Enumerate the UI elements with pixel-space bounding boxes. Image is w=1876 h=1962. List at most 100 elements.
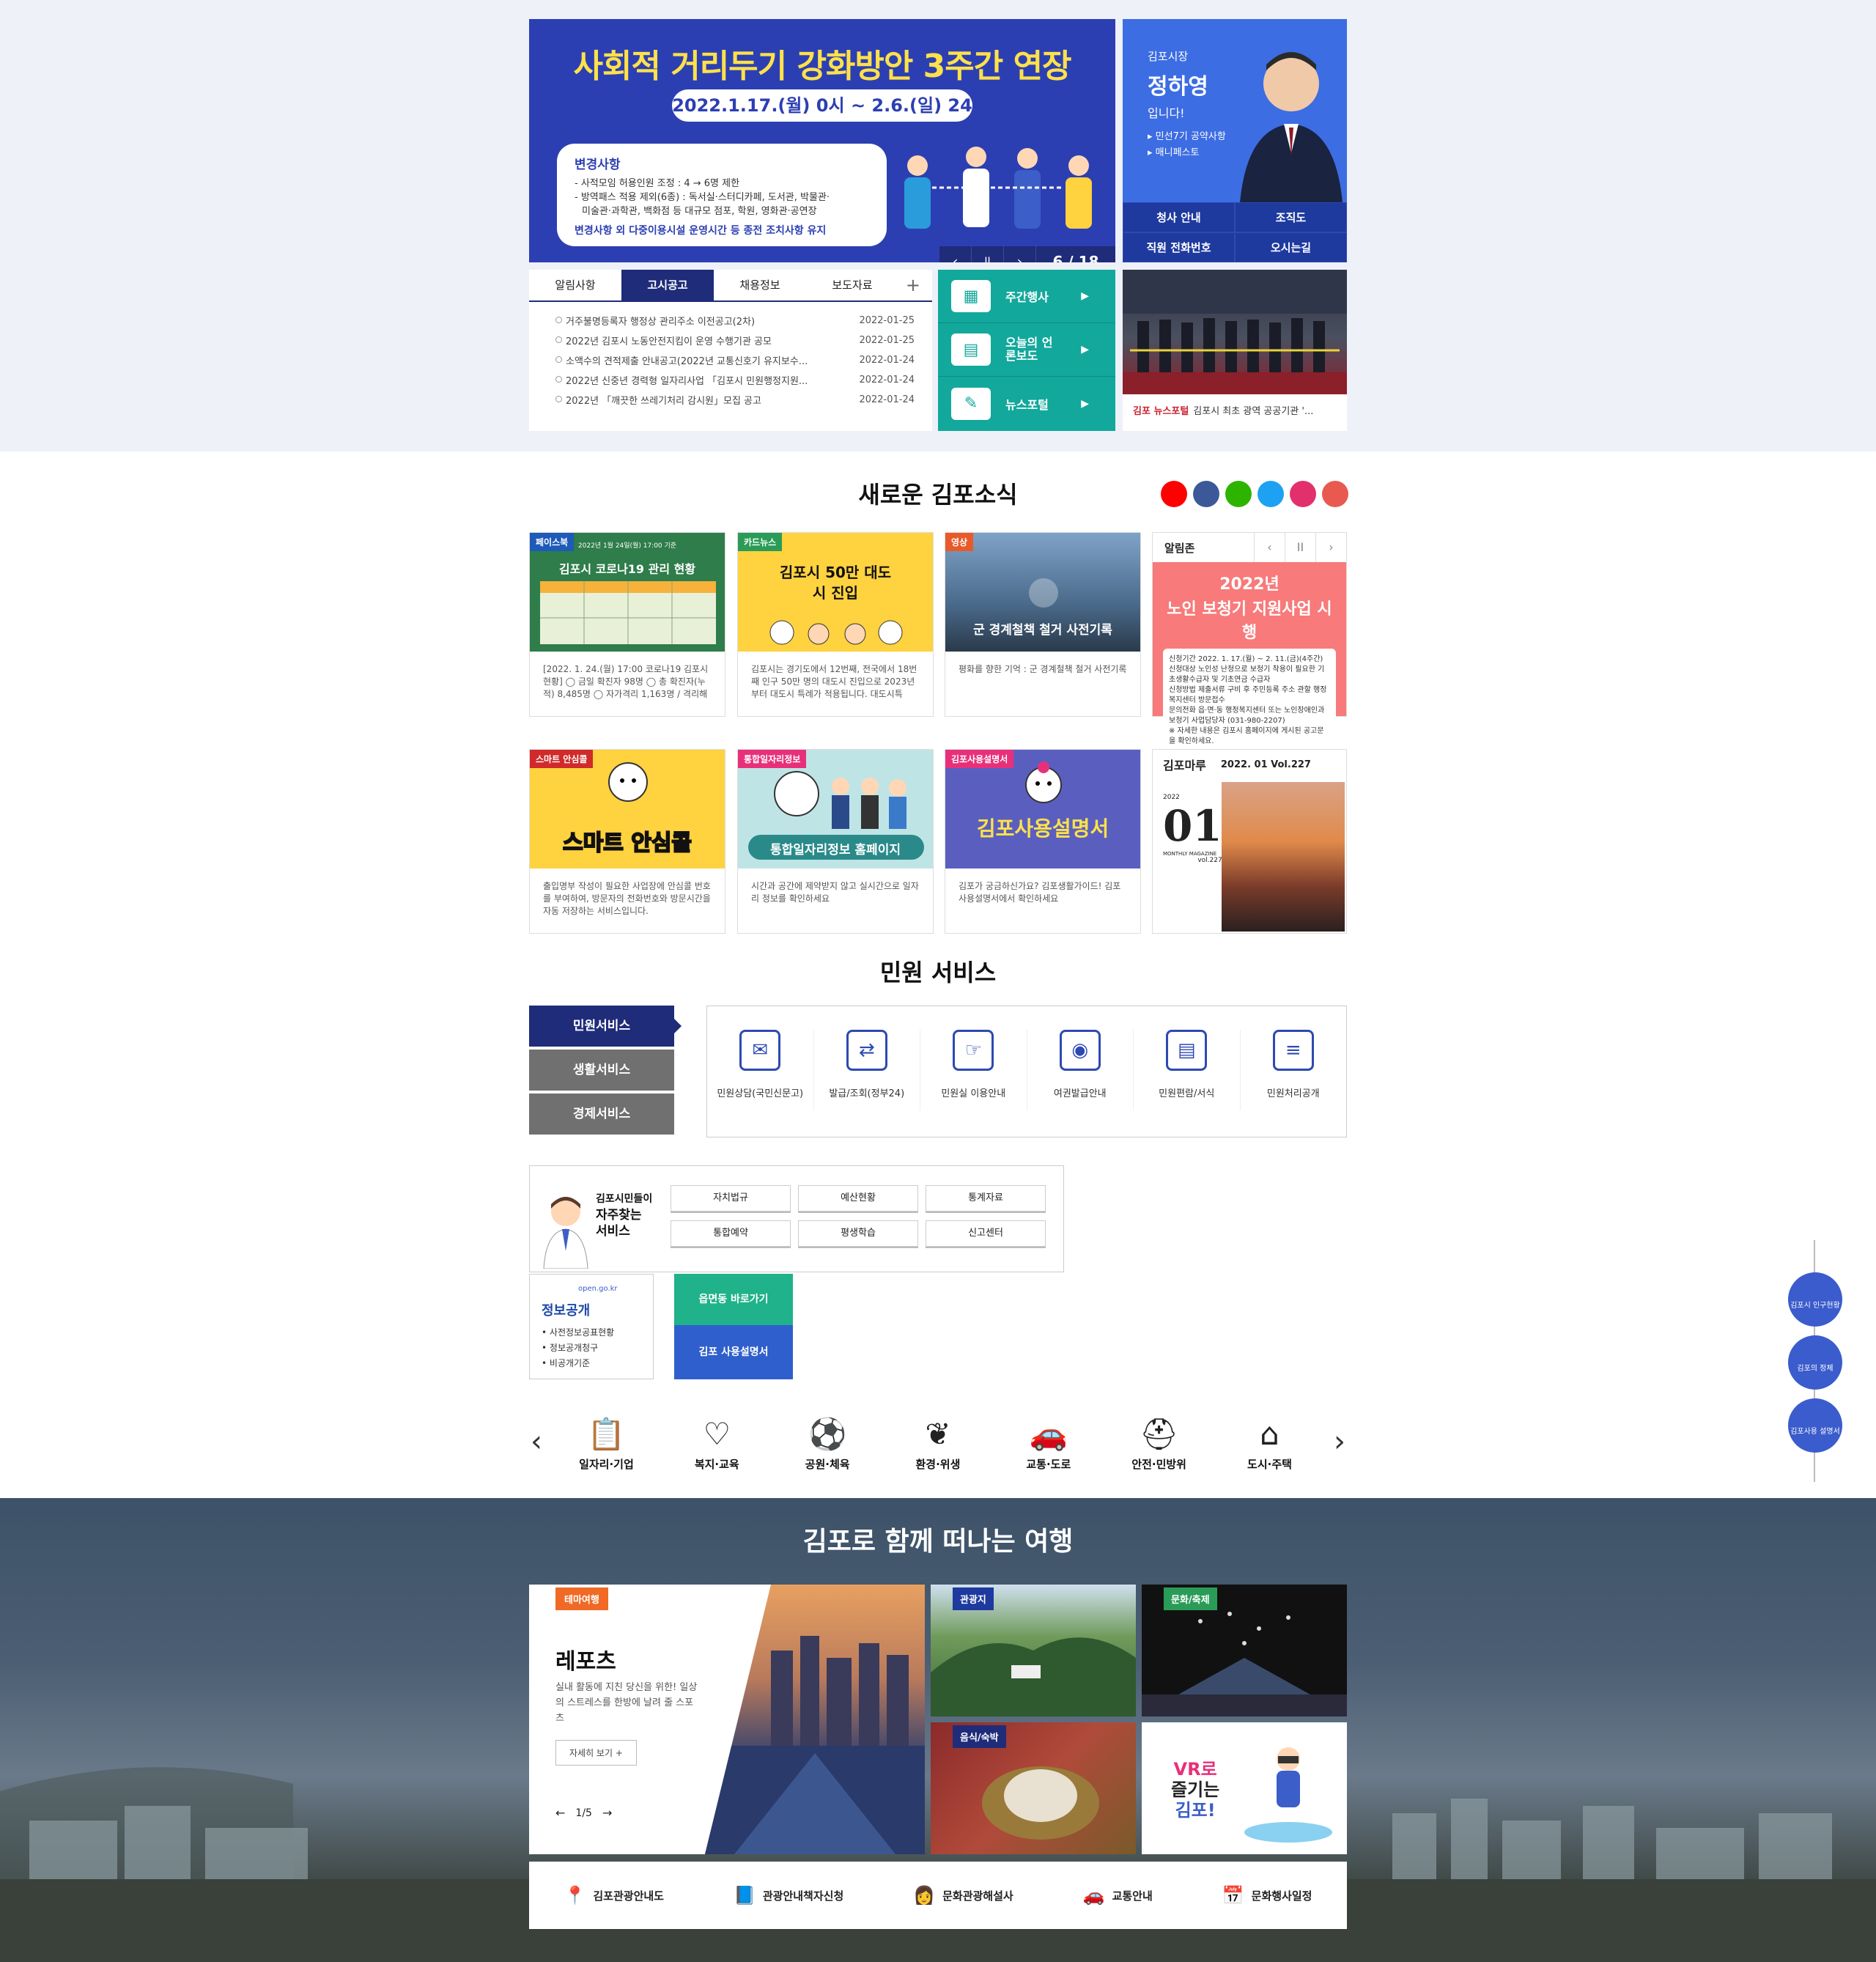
- alarm-next-button[interactable]: ›: [1315, 533, 1346, 562]
- notice-date: 2022-01-24: [859, 375, 915, 386]
- category-traffic[interactable]: 🚗 교통·도로: [1001, 1412, 1096, 1472]
- youtube-icon[interactable]: [1161, 481, 1187, 507]
- news-portal-card[interactable]: 김포 뉴스포털 김포시 최초 광역 공공기관 '...: [1123, 270, 1347, 431]
- tour-map-link[interactable]: 📍 김포관광안내도: [564, 1885, 664, 1906]
- list-document-icon: ≡: [1272, 1030, 1314, 1071]
- arrow-right-icon[interactable]: →: [602, 1806, 612, 1820]
- news-caption[interactable]: 김포 뉴스포털 김포시 최초 광역 공공기관 '...: [1133, 403, 1313, 417]
- town-shortcut-button[interactable]: 읍면동 바로가기: [674, 1274, 793, 1325]
- civil-issue-item[interactable]: ⇄ 발급/조회(정부24): [814, 1030, 920, 1110]
- tour-theme-card[interactable]: 테마여행 레포츠 실내 활동에 지친 당신을 위한! 일상의 스트레스를 한방에…: [529, 1585, 925, 1854]
- news-card-safecall[interactable]: 스마트 안심콜 스마트 안심콜 출입명부 작성이 필요한 사업장에 안심콜 번호…: [529, 749, 725, 934]
- tour-events-link[interactable]: 📅 문화행사일정: [1222, 1885, 1312, 1906]
- tab-jobs[interactable]: 채용정보: [714, 270, 806, 300]
- civil-disclosure-item[interactable]: ≡ 민원처리공개: [1241, 1030, 1347, 1110]
- tab-press[interactable]: 보도자료: [806, 270, 898, 300]
- tab-civil-service[interactable]: 민원서비스: [529, 1006, 674, 1047]
- statistics-button[interactable]: 통계자료: [926, 1185, 1046, 1212]
- notice-title[interactable]: 2022년 신중년 경력형 일자리사업 「김포시 민원행정지원...: [555, 373, 819, 387]
- civil-passport-item[interactable]: ◉ 여권발급안내: [1027, 1030, 1134, 1110]
- instagram2-icon[interactable]: [1322, 481, 1348, 507]
- report-center-button[interactable]: 신고센터: [926, 1220, 1046, 1247]
- list-item[interactable]: 사전정보공표현황: [542, 1325, 641, 1340]
- manifesto-link[interactable]: ▸ 매니페스토: [1148, 145, 1226, 161]
- tour-traffic-link[interactable]: 🚗 교통안내: [1083, 1885, 1153, 1906]
- category-welfare[interactable]: ♡ 복지·교육: [669, 1412, 764, 1472]
- list-item[interactable]: 비공개기준: [542, 1356, 641, 1371]
- tab-life-service[interactable]: 생활서비스: [529, 1050, 674, 1091]
- banner-next-button[interactable]: ›: [1004, 246, 1036, 262]
- gimpo-manual-button[interactable]: 김포 사용설명서: [674, 1325, 793, 1379]
- tour-tile-vr[interactable]: VR로 즐기는 김포!: [1142, 1722, 1347, 1854]
- reservation-button[interactable]: 통합예약: [671, 1220, 791, 1247]
- instagram-icon[interactable]: [1290, 481, 1316, 507]
- arrow-left-icon[interactable]: ←: [555, 1806, 565, 1820]
- manual-float-button[interactable]: 김포사용 설명서: [1788, 1398, 1842, 1453]
- building-guide-button[interactable]: 청사 안내: [1123, 202, 1235, 232]
- alarm-zone[interactable]: 알림존 ‹ II › 2022년 노인 보청기 지원사업 시행 신청기간 202…: [1152, 532, 1347, 745]
- category-jobs[interactable]: 📋 일자리·기업: [558, 1412, 654, 1472]
- main-banner[interactable]: 사회적 거리두기 강화방안 3주간 연장 2022.1.17.(월) 0시 ~ …: [529, 19, 1115, 262]
- vr-text: VR로 즐기는 김포!: [1171, 1759, 1219, 1821]
- notice-title[interactable]: 거주불명등록자 행정상 관리주소 이전공고(2차): [555, 314, 819, 328]
- alarm-pause-button[interactable]: II: [1285, 533, 1315, 562]
- news-portal-link[interactable]: ✎ 뉴스포털 ▶: [938, 377, 1115, 430]
- twitter-icon[interactable]: [1258, 481, 1284, 507]
- chevron-right-icon[interactable]: ›: [1325, 1425, 1354, 1458]
- weekly-events-link[interactable]: ▦ 주간행사 ▶: [938, 270, 1115, 323]
- staff-phone-button[interactable]: 직원 전화번호: [1123, 232, 1235, 262]
- directions-button[interactable]: 오시는길: [1235, 232, 1347, 262]
- play-icon[interactable]: [1029, 578, 1058, 608]
- news-card-video[interactable]: 영상 군 경계철책 철거 사전기록 평화를 향한 기억 : 군 경계철책 철거 …: [945, 532, 1141, 717]
- banner-prev-button[interactable]: ‹: [939, 246, 972, 262]
- gimpo-maru-magazine[interactable]: 김포마루 2022. 01 Vol.227 2022 01 MONTHLY MA…: [1152, 749, 1347, 934]
- list-item[interactable]: 2022년 신중년 경력형 일자리사업 「김포시 민원행정지원... 2022-0…: [555, 370, 915, 390]
- notice-title[interactable]: 소액수의 견적제출 안내공고(2022년 교통신호기 유지보수...: [555, 353, 819, 367]
- tab-announcements[interactable]: 고시공고: [621, 270, 714, 300]
- category-housing[interactable]: ⌂ 도시·주택: [1222, 1412, 1317, 1472]
- today-press-link[interactable]: ▤ 오늘의 언론보도 ▶: [938, 323, 1115, 377]
- magazine-vol: vol.227: [1197, 857, 1222, 864]
- news-card-facebook[interactable]: 페이스북 2022년 1월 24일(월) 17:00 기준 김포시 코로나19 …: [529, 532, 725, 717]
- notice-title[interactable]: 2022년 「깨끗한 쓰레기처리 감시원」모집 공고: [555, 393, 819, 407]
- tab-notices[interactable]: 알림사항: [529, 270, 621, 300]
- news-card-jobs[interactable]: 통합일자리정보 통합일자리정보 홈페이지 시간과 공간에 제약받지 않고 실시간…: [737, 749, 934, 934]
- lifelong-learning-button[interactable]: 평생학습: [798, 1220, 918, 1247]
- pledge-link[interactable]: ▸ 민선7기 공약사항: [1148, 129, 1226, 145]
- civil-office-item[interactable]: ☞ 민원실 이용안내: [920, 1030, 1027, 1110]
- notice-title[interactable]: 2022년 김포시 노동안전지킴이 운영 수행기관 공모: [555, 333, 819, 347]
- ordinance-button[interactable]: 자치법규: [671, 1185, 791, 1212]
- tab-economy-service[interactable]: 경제서비스: [529, 1094, 674, 1135]
- tour-tile-attractions[interactable]: 관광지: [931, 1585, 1136, 1716]
- tour-tile-culture[interactable]: 문화/축제: [1142, 1585, 1347, 1716]
- banner-pause-button[interactable]: II: [972, 246, 1004, 262]
- list-item[interactable]: 2022년 「깨끗한 쓰레기처리 감시원」모집 공고 2022-01-24: [555, 390, 915, 410]
- facebook-icon[interactable]: [1193, 481, 1219, 507]
- more-button[interactable]: 자세히 보기 +: [555, 1740, 637, 1766]
- tour-guide-link[interactable]: 👩 문화관광해설사: [913, 1885, 1013, 1906]
- tour-tile-food[interactable]: 음식/숙박: [931, 1722, 1136, 1854]
- list-item[interactable]: 거주불명등록자 행정상 관리주소 이전공고(2차) 2022-01-25: [555, 311, 915, 331]
- news-card-cardnews[interactable]: 카드뉴스 김포시 50만 대도시 진입 김포시는 경기도에서 12번째, 전국에…: [737, 532, 934, 717]
- chevron-left-icon[interactable]: ‹: [522, 1425, 551, 1458]
- category-safety[interactable]: ⛑ 안전·민방위: [1112, 1412, 1207, 1472]
- category-environment[interactable]: ❦ 환경·위생: [890, 1412, 986, 1472]
- guide-icon: 👩: [913, 1885, 936, 1906]
- hand-document-icon: ☞: [953, 1030, 994, 1071]
- identity-float-button[interactable]: 김포의 정체: [1788, 1335, 1842, 1390]
- list-item[interactable]: 정보공개청구: [542, 1340, 641, 1356]
- blog-icon[interactable]: [1225, 481, 1252, 507]
- population-float-button[interactable]: 김포시 인구현황: [1788, 1272, 1842, 1327]
- news-card-manual[interactable]: 김포사용설명서 김포사용설명서 김포가 궁금하신가요? 김포생활가이드! 김포사…: [945, 749, 1141, 934]
- more-plus-button[interactable]: +: [898, 270, 932, 300]
- info-disclosure-box[interactable]: open.go.kr 정보공개 사전정보공표현황 정보공개청구 비공개기준: [529, 1274, 654, 1379]
- civil-petition-item[interactable]: ✉ 민원상담(국민신문고): [707, 1030, 814, 1110]
- alarm-prev-button[interactable]: ‹: [1254, 533, 1285, 562]
- budget-button[interactable]: 예산현황: [798, 1185, 918, 1212]
- civil-forms-item[interactable]: ▤ 민원편람/서식: [1134, 1030, 1241, 1110]
- list-item[interactable]: 소액수의 견적제출 안내공고(2022년 교통신호기 유지보수... 2022-0…: [555, 350, 915, 370]
- org-chart-button[interactable]: 조직도: [1235, 202, 1347, 232]
- list-item[interactable]: 2022년 김포시 노동안전지킴이 운영 수행기관 공모 2022-01-25: [555, 331, 915, 350]
- tour-brochure-link[interactable]: 📘 관광안내책자신청: [734, 1885, 843, 1906]
- category-parks[interactable]: ⚽ 공원·체육: [780, 1412, 875, 1472]
